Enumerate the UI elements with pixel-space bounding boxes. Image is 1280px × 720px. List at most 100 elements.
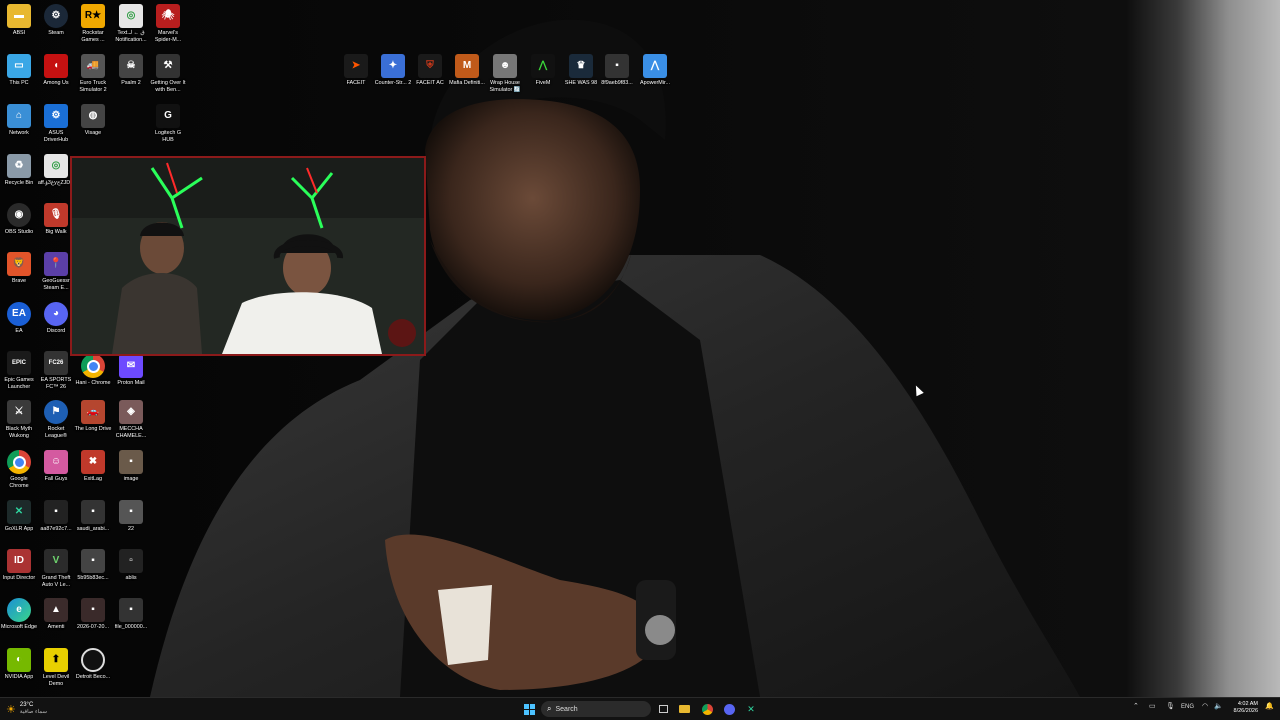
desktop-icon-absi[interactable]: ▬ ABSI bbox=[0, 4, 38, 37]
taskbar-file-explorer[interactable] bbox=[677, 701, 691, 717]
desktop-icon-exitlag[interactable]: ✖ ExitLag bbox=[74, 450, 112, 483]
desktop-icon-detroit[interactable]: Detroit Beco... bbox=[74, 648, 112, 681]
desktop-icon-mafia[interactable]: M Mafia Definiti... bbox=[448, 54, 486, 87]
desktop-icon-this-pc[interactable]: ▭ This PC bbox=[0, 54, 38, 87]
desktop-icon-she-was-98[interactable]: ♛ SHE WAS 98 bbox=[562, 54, 600, 87]
desktop-icon-rocket-league[interactable]: ⚑ Rocket League® bbox=[37, 400, 75, 440]
desktop-icon-apowermirror[interactable]: ⋀ ApowerMir... bbox=[636, 54, 674, 87]
desktop-icon-visage[interactable]: ◍ Visage bbox=[74, 104, 112, 137]
tray-wifi-icon[interactable]: ◠ bbox=[1202, 702, 1208, 710]
desktop-icon-label: EA bbox=[15, 328, 23, 334]
tray-overflow-chevron-icon[interactable]: ⌃ bbox=[1133, 702, 1139, 710]
desktop-icon-cs2[interactable]: ✦ Counter-Str... 2 bbox=[374, 54, 412, 87]
desktop-icon-file-0000[interactable]: ▪ file_000000... bbox=[112, 598, 150, 631]
input-director-icon: ID bbox=[7, 549, 31, 573]
desktop-icon-ablis[interactable]: ▫ ablis bbox=[112, 549, 150, 582]
image-file-icon: ▪ bbox=[605, 54, 629, 78]
desktop-icon-microsoft-edge[interactable]: e Microsoft Edge bbox=[0, 598, 38, 631]
file-icon: ▫ bbox=[119, 549, 143, 573]
desktop-icon-epic-games[interactable]: EPIC Epic Games Launcher bbox=[0, 351, 38, 391]
notification-bell-icon[interactable]: 🔔 bbox=[1265, 702, 1274, 710]
desktop-icon-network[interactable]: ⌂ Network bbox=[0, 104, 38, 137]
desktop-icon-image[interactable]: ▪ image bbox=[112, 450, 150, 483]
desktop-icon-gta-v[interactable]: V Grand Theft Auto V Le... bbox=[37, 549, 75, 589]
level-devil-icon: ⬆ bbox=[44, 648, 68, 672]
desktop-icon-label: FACEIT AC bbox=[416, 80, 444, 86]
desktop-icon-hani-chrome[interactable]: Hani - Chrome bbox=[74, 354, 112, 387]
desktop-icon-long-drive[interactable]: 🚗 The Long Drive bbox=[74, 400, 112, 433]
tray-network-icon[interactable]: ▭ bbox=[1149, 702, 1156, 710]
desktop-icon-ea-fc[interactable]: FC26 EA SPORTS FC™ 26 bbox=[37, 351, 75, 391]
desktop-icon-input-director[interactable]: ID Input Director bbox=[0, 549, 38, 582]
desktop-icon-meccha[interactable]: ◈ MECCHA CHAMELE... bbox=[112, 400, 150, 440]
start-button[interactable] bbox=[521, 701, 537, 717]
desktop-icon-label: Google Chrome bbox=[9, 476, 29, 489]
taskbar-chrome[interactable] bbox=[700, 701, 714, 717]
windows-logo-icon bbox=[523, 703, 535, 715]
desktop-icon-label: Counter-Str... 2 bbox=[374, 80, 412, 86]
desktop-icon-wrap-house[interactable]: ☻ Wrap House Simulator 🔄 bbox=[486, 54, 524, 94]
desktop-icon-label: Fall Guys bbox=[44, 476, 68, 482]
desktop-icon-obs-studio[interactable]: ◉ OBS Studio bbox=[0, 203, 38, 236]
desktop-icon-faceit-ac[interactable]: ⛨ FACEIT AC bbox=[411, 54, 449, 87]
clock-time: 4:02 AM bbox=[1237, 701, 1258, 707]
search-box[interactable]: ⌕ Search bbox=[541, 701, 651, 717]
desktop-icon-label: This PC bbox=[9, 80, 29, 86]
fall-guys-icon: ☺ bbox=[44, 450, 68, 474]
desktop-icon-22[interactable]: ▪ 22 bbox=[112, 500, 150, 533]
desktop-icon-aa87-image[interactable]: ▪ aa87e92c7... bbox=[37, 500, 75, 533]
desktop-icon-label: Rockstar Games ... bbox=[81, 30, 105, 43]
search-label: Search bbox=[555, 705, 578, 713]
desktop-icon-goxlr[interactable]: ✕ GoXLR App bbox=[0, 500, 38, 533]
weather-widget[interactable]: ☀ 23°C سماء صافية bbox=[6, 701, 66, 717]
apowermirror-icon: ⋀ bbox=[643, 54, 667, 78]
desktop-icon-label: Black Myth Wukong bbox=[5, 426, 33, 439]
desktop-icon-nvidia-app[interactable]: ◐ NVIDIA App bbox=[0, 648, 38, 681]
desktop-icon-asus-driverhub[interactable]: ⚙ ASUS DriverHub bbox=[37, 104, 75, 144]
desktop-icon-label: Brave bbox=[11, 278, 27, 284]
desktop-icon-faceit[interactable]: ➤ FACEIT bbox=[337, 54, 375, 87]
desktop-icon-brave[interactable]: 🦁 Brave bbox=[0, 252, 38, 285]
desktop-icon-label: Text.ق ← لـ Notification... bbox=[115, 30, 147, 43]
desktop-icon-euro-truck[interactable]: 🚚 Euro Truck Simulator 2 bbox=[74, 54, 112, 94]
desktop-icon-text-notification[interactable]: ◎ Text.ق ← لـ Notification... bbox=[112, 4, 150, 44]
taskbar-discord[interactable] bbox=[722, 701, 736, 717]
desktop-icon-logitech-ghub[interactable]: G Logitech G HUB bbox=[149, 104, 187, 144]
desktop-icon-label: MECCHA CHAMELE... bbox=[115, 426, 147, 439]
desktop-icon-google-chrome[interactable]: Google Chrome bbox=[0, 450, 38, 490]
desktop-icon-getting-over-it[interactable]: ⚒ Getting Over It with Ben... bbox=[149, 54, 187, 94]
desktop-icon-8f9a-image[interactable]: ▪ 8f9aeb9f83... bbox=[598, 54, 636, 87]
rocket-league-icon: ⚑ bbox=[44, 400, 68, 424]
black-myth-icon: ⚔ bbox=[7, 400, 31, 424]
desktop-icon-level-devil[interactable]: ⬆ Level Devil Demo bbox=[37, 648, 75, 688]
language-indicator[interactable]: ENG bbox=[1181, 704, 1194, 710]
desktop-icon-fall-guys[interactable]: ☺ Fall Guys bbox=[37, 450, 75, 483]
desktop-icon-steam[interactable]: ⚙ Steam bbox=[37, 4, 75, 37]
desktop-icon-5b95-image[interactable]: ▪ 5b95b83ec... bbox=[74, 549, 112, 582]
desktop-icon-ea[interactable]: EA EA bbox=[0, 302, 38, 335]
desktop-icon-rockstar[interactable]: R★ Rockstar Games ... bbox=[74, 4, 112, 44]
clock[interactable]: 4:02 AM 8/26/2026 bbox=[1228, 701, 1258, 715]
desktop-icon-psalm-2[interactable]: ☠ Psalm 2 bbox=[112, 54, 150, 87]
goxlr-icon: ✕ bbox=[747, 703, 755, 714]
monitor-icon: ▭ bbox=[7, 54, 31, 78]
wrap-house-icon: ☻ bbox=[493, 54, 517, 78]
taskbar-task-view[interactable] bbox=[656, 701, 670, 717]
taskbar-goxlr[interactable]: ✕ bbox=[744, 701, 758, 717]
desktop-icon-saudi-arabia-image[interactable]: ▪ saudi_arabi... bbox=[74, 500, 112, 533]
faceit-icon: ➤ bbox=[344, 54, 368, 78]
desktop-icon-amenti[interactable]: ▲ Amenti bbox=[37, 598, 75, 631]
desktop-icon-proton-mail[interactable]: ✉ Proton Mail bbox=[112, 354, 150, 387]
desktop-icon-2026-image[interactable]: ▪ 2026-07-20... bbox=[74, 598, 112, 631]
desktop-icon-recycle-bin[interactable]: ♻ Recycle Bin bbox=[0, 154, 38, 187]
desktop-icon-among-us[interactable]: ◖ Among Us bbox=[37, 54, 75, 87]
desktop-icon-fivem[interactable]: ⋀ FiveM bbox=[524, 54, 562, 87]
tray-microphone-icon[interactable]: 🎙 bbox=[1166, 702, 1175, 710]
desktop-icon-black-myth[interactable]: ⚔ Black Myth Wukong bbox=[0, 400, 38, 440]
desktop-icon-label: FACEIT bbox=[346, 80, 366, 86]
folder-icon bbox=[678, 705, 690, 713]
desktop-icon-spiderman[interactable]: 🕷 Marvel's Spider-M... bbox=[149, 4, 187, 44]
image-file-icon: ▪ bbox=[119, 598, 143, 622]
tray-volume-icon[interactable]: 🔈 bbox=[1214, 702, 1223, 710]
weather-temperature: 23°C bbox=[19, 702, 34, 708]
